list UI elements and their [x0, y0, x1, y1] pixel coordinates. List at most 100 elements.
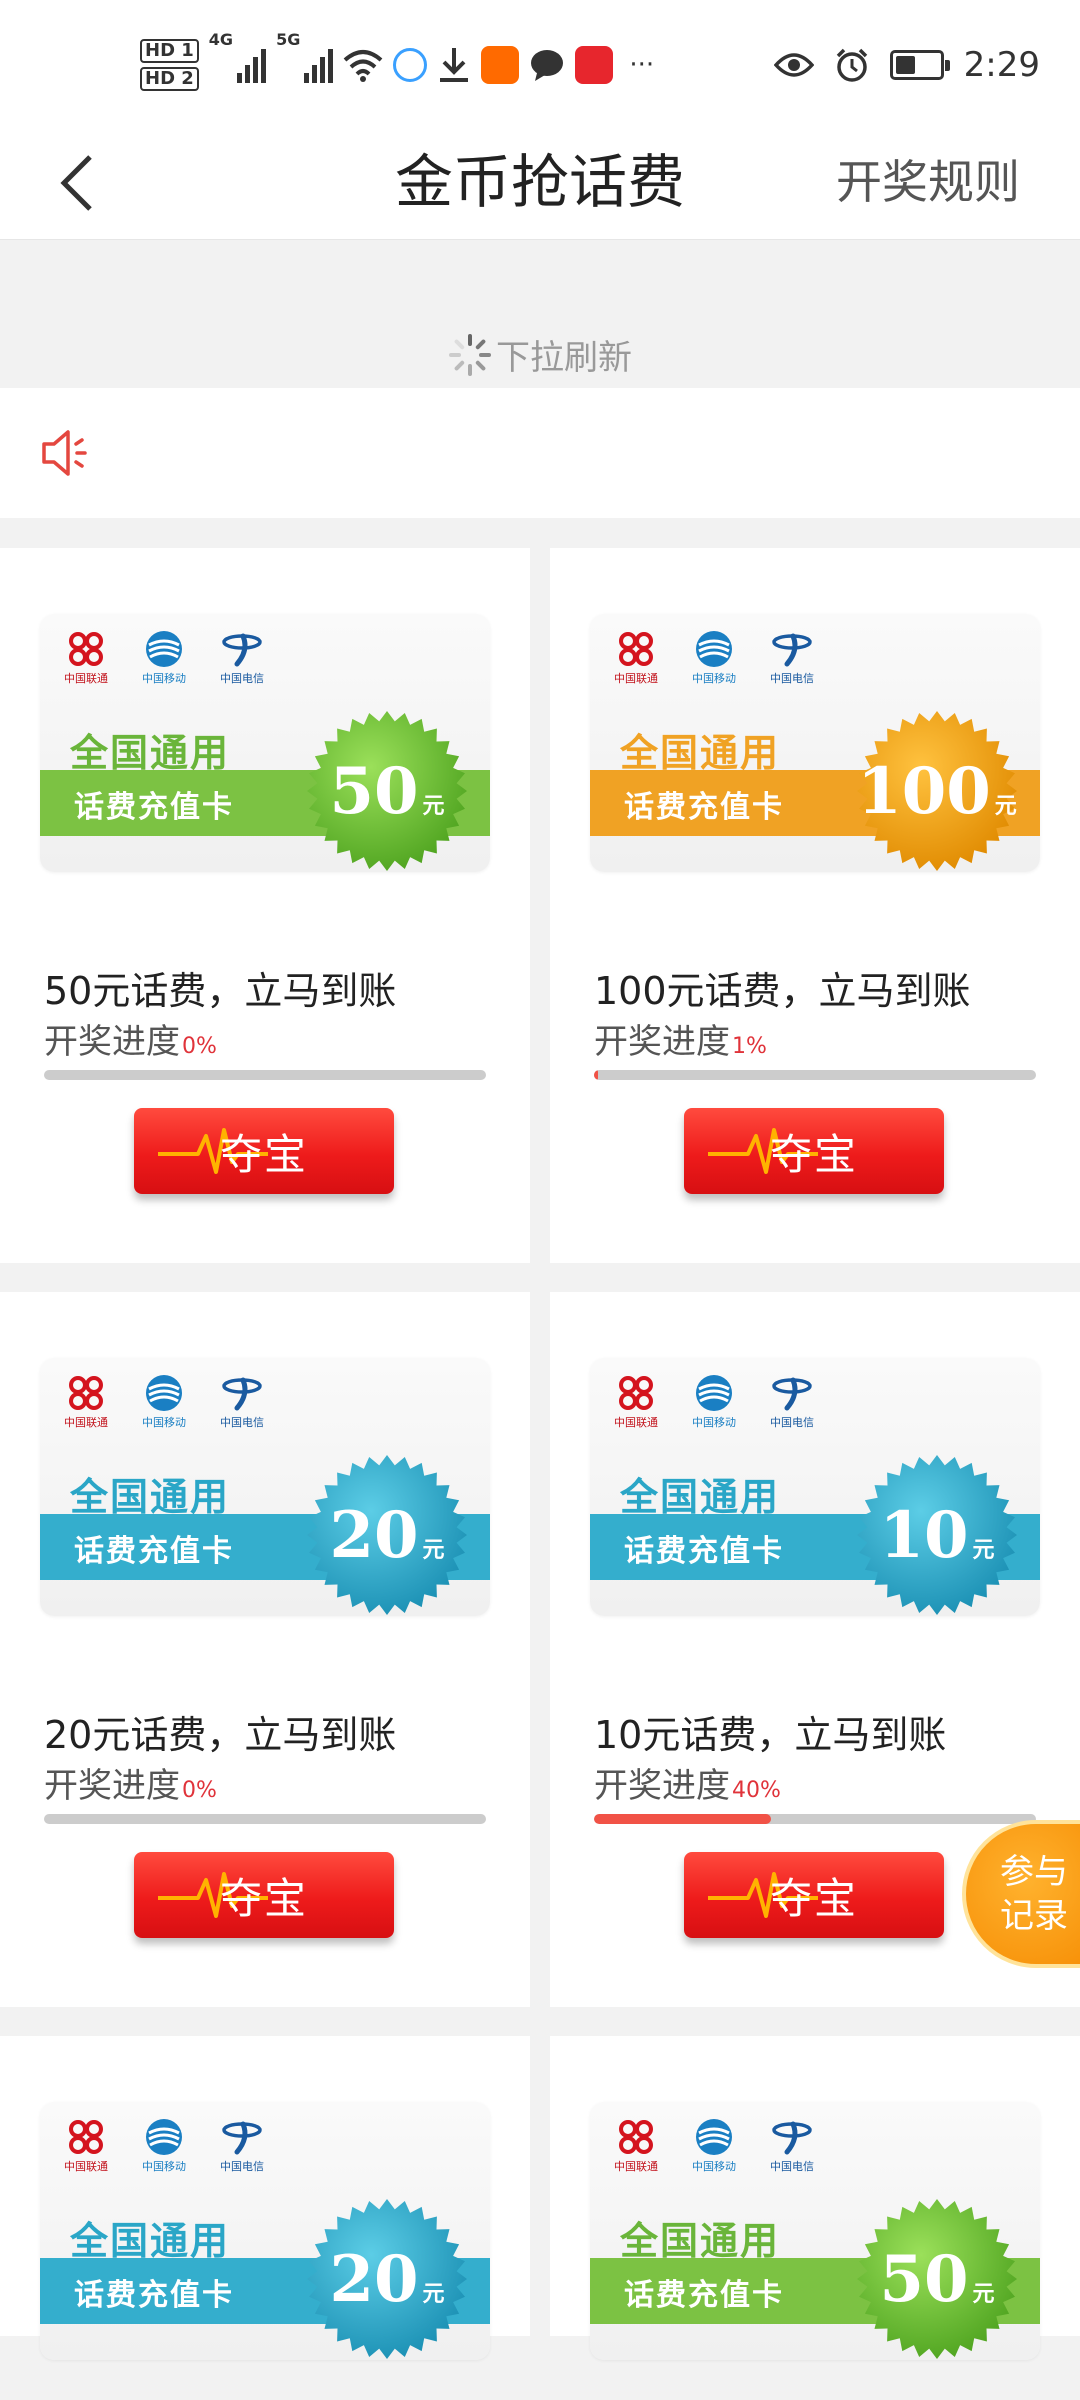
progress-percent: 40%: [732, 1778, 781, 1803]
china-unicom-logo: 中国联通: [608, 2116, 664, 2174]
pull-refresh-area: 下拉刷新: [0, 240, 1080, 388]
china-unicom-logo: 中国联通: [58, 2116, 114, 2174]
china-telecom-icon: [772, 1377, 812, 1411]
china-unicom-logo: 中国联通: [58, 1372, 114, 1430]
product-card[interactable]: 中国联通 中国移动 中国电信: [0, 548, 530, 1263]
recharge-card-image: 中国联通 中国移动 中国电信: [590, 2102, 1040, 2360]
china-telecom-logo: 中国电信: [764, 1372, 820, 1430]
china-telecom-logo: 中国电信: [764, 628, 820, 686]
carrier-name: 中国联通: [614, 1416, 658, 1429]
product-card[interactable]: 中国联通 中国移动 中国电信: [0, 1292, 530, 2007]
progress-bar: [44, 1814, 486, 1824]
carrier-logos: 中国联通 中国移动 中国电信: [58, 628, 270, 686]
status-time: 2:29: [963, 45, 1040, 85]
progress-text: 开奖进度 0%: [44, 1758, 217, 1807]
snatch-button[interactable]: 夺宝: [134, 1852, 394, 1938]
sim1-label: HD 1: [140, 39, 199, 63]
progress-label: 开奖进度: [44, 1022, 180, 1062]
badge-top-text: 全国通用: [620, 2219, 781, 2263]
china-unicom-logo: 中国联通: [608, 628, 664, 686]
price-amount: 50: [879, 2241, 969, 2317]
price-seal: 100 元: [852, 706, 1022, 872]
card-title: 50元话费，立马到账: [44, 969, 397, 1013]
rules-link[interactable]: 开奖规则: [836, 125, 1020, 240]
badge-band-text: 话费充值卡: [74, 2278, 234, 2313]
price-unit: 元: [422, 1537, 445, 1563]
china-mobile-icon: [146, 2119, 182, 2155]
price-unit: 元: [422, 793, 445, 819]
price-unit: 元: [422, 2281, 445, 2307]
price-amount: 20: [329, 1497, 419, 1573]
signal-icon: [304, 47, 334, 83]
progress-label: 开奖进度: [44, 1766, 180, 1806]
carrier-name: 中国电信: [220, 2160, 264, 2173]
status-right: 2:29: [773, 30, 1040, 100]
china-mobile-logo: 中国移动: [136, 628, 192, 686]
china-telecom-icon: [222, 633, 262, 667]
carrier-logos: 中国联通 中国移动 中国电信: [608, 1372, 820, 1430]
carrier-name: 中国联通: [64, 672, 108, 685]
carrier-name: 中国移动: [142, 672, 186, 685]
china-mobile-icon: [146, 631, 182, 667]
china-mobile-logo: 中国移动: [136, 2116, 192, 2174]
china-mobile-icon: [146, 1375, 182, 1411]
product-card[interactable]: 中国联通 中国移动 中国电信: [550, 548, 1080, 1263]
carrier-name: 中国联通: [614, 2160, 658, 2173]
progress-text: 开奖进度 0%: [44, 1014, 217, 1063]
app-icon: [481, 46, 520, 84]
carrier-name: 中国电信: [770, 2160, 814, 2173]
snatch-button[interactable]: 夺宝: [684, 1108, 944, 1194]
china-mobile-icon: [696, 2119, 732, 2155]
signal-icon: [237, 47, 267, 83]
progress-text: 开奖进度 1%: [594, 1014, 767, 1063]
recharge-card-image: 中国联通 中国移动 中国电信: [40, 1358, 490, 1616]
badge-band-text: 话费充值卡: [624, 2278, 784, 2313]
browser-icon: [393, 48, 428, 82]
carrier-name: 中国电信: [220, 672, 264, 685]
carrier-logos: 中国联通 中国移动 中国电信: [58, 1372, 270, 1430]
progress-text: 开奖进度 40%: [594, 1758, 781, 1807]
price-amount: 10: [879, 1497, 969, 1573]
carrier-name: 中国电信: [770, 672, 814, 685]
title-bar: 金币抢话费 开奖规则: [0, 125, 1080, 240]
sim2-label: HD 2: [140, 67, 199, 91]
carrier-name: 中国电信: [770, 1416, 814, 1429]
badge-top-text: 全国通用: [620, 1475, 781, 1519]
badge-top-text: 全国通用: [70, 731, 231, 775]
recharge-card-image: 中国联通 中国移动 中国电信: [40, 2102, 490, 2360]
product-card[interactable]: 中国联通 中国移动 中国电信: [0, 2036, 530, 2360]
china-unicom-logo: 中国联通: [608, 1372, 664, 1430]
download-icon: [440, 48, 469, 82]
price-seal: 50 元: [852, 2194, 1022, 2360]
china-mobile-icon: [696, 631, 732, 667]
china-telecom-logo: 中国电信: [764, 2116, 820, 2174]
snatch-button-label: 夺宝: [219, 1129, 308, 1179]
snatch-button[interactable]: 夺宝: [684, 1852, 944, 1938]
china-unicom-logo: 中国联通: [58, 628, 114, 686]
china-mobile-icon: [696, 1375, 732, 1411]
refresh-indicator: 下拉刷新: [0, 330, 1080, 379]
product-card[interactable]: 中国联通 中国移动 中国电信: [550, 2036, 1080, 2360]
card-title: 20元话费，立马到账: [44, 1713, 397, 1757]
price-seal: 20 元: [302, 2194, 472, 2360]
snatch-button-label: 夺宝: [219, 1873, 308, 1923]
china-unicom-icon: [619, 2120, 653, 2154]
china-telecom-icon: [772, 633, 812, 667]
price-amount: 50: [329, 753, 419, 829]
progress-fill: [594, 1814, 771, 1824]
app-icon: [575, 46, 614, 84]
more-indicator: ···: [629, 50, 655, 80]
progress-fill: [594, 1070, 599, 1080]
snatch-button[interactable]: 夺宝: [134, 1108, 394, 1194]
wifi-icon: [344, 50, 383, 82]
china-telecom-logo: 中国电信: [214, 2116, 270, 2174]
carrier-logos: 中国联通 中国移动 中国电信: [608, 628, 820, 686]
china-mobile-logo: 中国移动: [136, 1372, 192, 1430]
snatch-button-label: 夺宝: [769, 1873, 858, 1923]
alarm-icon: [836, 48, 867, 82]
carrier-name: 中国移动: [142, 1416, 186, 1429]
china-unicom-icon: [619, 632, 653, 666]
china-mobile-logo: 中国移动: [686, 628, 742, 686]
carrier-name: 中国移动: [692, 1416, 736, 1429]
price-amount: 100: [857, 753, 991, 829]
